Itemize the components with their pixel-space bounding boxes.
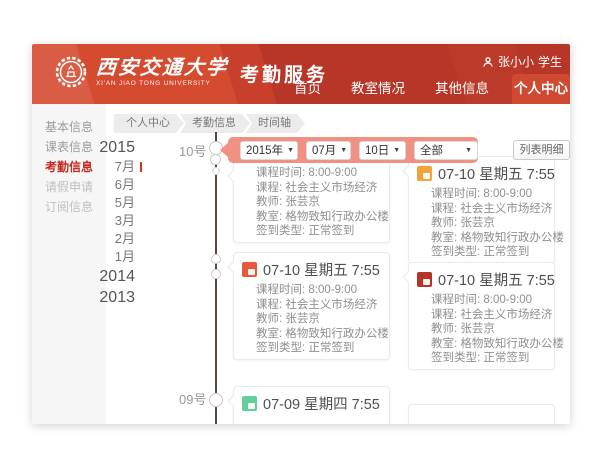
caret-down-icon: ▼: [465, 147, 472, 154]
user-name: 张小小: [498, 53, 534, 70]
breadcrumb: 个人中心 考勤信息 时间轴: [114, 114, 305, 133]
university-name: 西安交通大学 XI'AN JIAO TONG UNIVERSITY: [96, 58, 228, 87]
card-field-course-time: 课程时间: 8:00-9:00: [431, 293, 546, 308]
app-window: 西安交通大学 XI'AN JIAO TONG UNIVERSITY 考勤服务 张…: [32, 44, 570, 424]
caret-down-icon: ▼: [393, 147, 400, 154]
timeline-node: [209, 393, 223, 407]
timeline-entry-2015[interactable]: 2015: [72, 137, 135, 158]
timeline-day-label-09: 09号: [179, 389, 206, 408]
timeline-day-label-10: 10号: [179, 141, 206, 160]
day-dropdown[interactable]: 10日 ▼: [359, 141, 406, 160]
selected-month-marker: [140, 162, 142, 172]
card-field-teacher: 教师: 张芸京: [431, 216, 546, 231]
content-area: 基本信息 课表信息 考勤信息 请假申请 订阅信息 个人中心 考勤信息 时间轴 2…: [32, 104, 570, 424]
month-dropdown[interactable]: 07月 ▼: [306, 141, 351, 160]
timeline-entry-july-selected[interactable]: 7月: [72, 158, 135, 176]
type-dropdown[interactable]: 全部 ▼: [414, 141, 478, 160]
university-name-en: XI'AN JIAO TONG UNIVERSITY: [96, 80, 228, 87]
filter-bar: 2015年 ▼ 07月 ▼ 10日 ▼ 全部 ▼: [228, 137, 478, 163]
breadcrumb-timeline[interactable]: 时间轴: [246, 114, 305, 133]
nav-item-personal-center-active[interactable]: 个人中心: [512, 74, 570, 104]
main-nav: 首页 教室情况 其他信息 个人中心: [279, 74, 570, 104]
card-field-course-time: 课程时间: 8:00-9:00: [431, 187, 546, 202]
header-banner: 西安交通大学 XI'AN JIAO TONG UNIVERSITY 考勤服务 张…: [32, 44, 570, 104]
breadcrumb-attendance-info[interactable]: 考勤信息: [180, 114, 250, 133]
timeline-entry-march[interactable]: 3月: [72, 212, 135, 230]
timeline-node: [211, 254, 221, 264]
caret-down-icon: ▼: [287, 147, 294, 154]
university-name-cn: 西安交通大学: [95, 58, 228, 78]
sidebar-item-basic-info[interactable]: 基本信息: [32, 117, 106, 137]
timeline-node: [211, 269, 221, 279]
user-icon: [482, 56, 494, 68]
card-field-signin-type: 签到类型: 正常签到: [256, 224, 381, 239]
nav-item-classrooms[interactable]: 教室情况: [336, 74, 420, 104]
timeline-entry-june[interactable]: 6月: [72, 176, 135, 194]
card-title: 07-10 星期五 7:55: [438, 269, 555, 290]
calendar-green-icon: [242, 396, 257, 411]
user-role: 学生: [538, 53, 562, 70]
attendance-card[interactable]: 课程时间: 8:00-9:00 课程: 社会主义市场经济 教师: 张芸京 教室:…: [233, 161, 390, 243]
card-field-course-time: 课程时间: 8:00-9:00: [256, 166, 381, 181]
list-detail-button[interactable]: 列表明细: [513, 140, 570, 160]
card-field-signin-type: 签到类型: 正常签到: [431, 245, 546, 260]
calendar-orange-icon: [417, 166, 432, 181]
card-field-teacher: 教师: 张芸京: [431, 322, 546, 337]
timeline-entry-january[interactable]: 1月: [72, 248, 135, 266]
timeline-year-list: 2015 7月 6月 5月 3月 2月 1月 2014 2013: [72, 137, 135, 308]
calendar-red-icon: [242, 262, 257, 277]
card-field-teacher: 教师: 张芸京: [256, 195, 381, 210]
card-field-signin-type: 签到类型: 正常签到: [431, 351, 546, 366]
card-title: 07-09 星期四 7:55: [263, 393, 380, 414]
year-dropdown[interactable]: 2015年 ▼: [240, 141, 298, 160]
attendance-card[interactable]: 07-10 星期五 7:55 课程时间: 8:00-9:00 课程: 社会主义市…: [233, 252, 390, 360]
attendance-card[interactable]: 07-10 星期五 7:55 课程时间: 8:00-9:00 课程: 社会主义市…: [408, 262, 555, 370]
card-field-course-time: 课程时间: 8:00-9:00: [256, 283, 381, 298]
user-info[interactable]: 张小小 学生: [482, 53, 562, 70]
card-field-classroom: 教室: 格物致知行政办公楼: [431, 231, 546, 246]
nav-item-home[interactable]: 首页: [279, 74, 336, 104]
attendance-card[interactable]: [408, 404, 555, 424]
attendance-card[interactable]: 07-09 星期四 7:55: [233, 386, 390, 424]
timeline-entry-2013[interactable]: 2013: [72, 287, 135, 308]
stamp-dark-red-icon: [417, 272, 432, 287]
attendance-card[interactable]: 07-10 星期五 7:55 课程时间: 8:00-9:00 课程: 社会主义市…: [408, 156, 555, 264]
card-field-classroom: 教室: 格物致知行政办公楼: [256, 327, 381, 342]
card-field-course: 课程: 社会主义市场经济: [431, 308, 546, 323]
page: 西安交通大学 XI'AN JIAO TONG UNIVERSITY 考勤服务 张…: [0, 0, 600, 450]
timeline-node: [212, 167, 220, 175]
card-title: 07-10 星期五 7:55: [438, 163, 555, 184]
card-field-course: 课程: 社会主义市场经济: [256, 298, 381, 313]
university-gear-logo-icon: [54, 55, 88, 89]
card-field-signin-type: 签到类型: 正常签到: [256, 341, 381, 356]
timeline-entry-2014[interactable]: 2014: [72, 266, 135, 287]
filter-bar-arrow: [220, 142, 229, 158]
card-field-course: 课程: 社会主义市场经济: [256, 181, 381, 196]
card-field-classroom: 教室: 格物致知行政办公楼: [256, 210, 381, 225]
nav-item-other-info[interactable]: 其他信息: [420, 74, 504, 104]
timeline-entry-february[interactable]: 2月: [72, 230, 135, 248]
breadcrumb-personal-center[interactable]: 个人中心: [114, 114, 184, 133]
card-field-course: 课程: 社会主义市场经济: [431, 202, 546, 217]
card-field-classroom: 教室: 格物致知行政办公楼: [431, 337, 546, 352]
card-field-teacher: 教师: 张芸京: [256, 312, 381, 327]
card-title: 07-10 星期五 7:55: [263, 259, 380, 280]
timeline-entry-may[interactable]: 5月: [72, 194, 135, 212]
caret-down-icon: ▼: [340, 147, 347, 154]
